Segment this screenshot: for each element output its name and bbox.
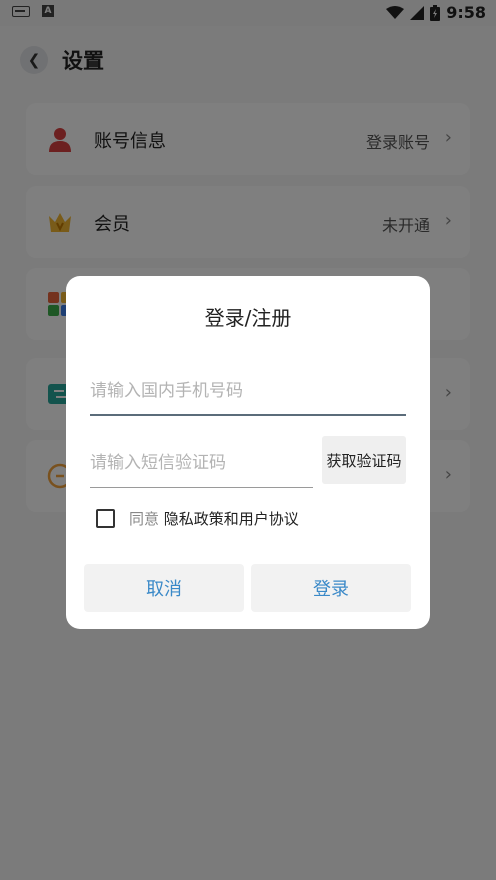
privacy-policy-link[interactable]: 隐私政策和用户协议 bbox=[164, 510, 299, 528]
agree-checkbox[interactable] bbox=[96, 509, 115, 528]
sms-code-underline bbox=[90, 487, 313, 488]
agreement-row: 同意 隐私政策和用户协议 bbox=[96, 508, 299, 529]
get-code-button[interactable]: 获取验证码 bbox=[322, 436, 406, 484]
sms-code-input[interactable] bbox=[90, 448, 312, 478]
agree-text: 同意 隐私政策和用户协议 bbox=[129, 508, 299, 529]
agree-prefix: 同意 bbox=[129, 510, 160, 528]
login-button[interactable]: 登录 bbox=[251, 564, 411, 612]
dialog-title: 登录/注册 bbox=[204, 306, 292, 330]
login-dialog: 登录/注册 获取验证码 同意 隐私政策和用户协议 取消 登录 bbox=[66, 276, 430, 629]
phone-input-underline bbox=[90, 414, 406, 416]
phone-input[interactable] bbox=[90, 376, 406, 406]
cancel-button[interactable]: 取消 bbox=[84, 564, 244, 612]
